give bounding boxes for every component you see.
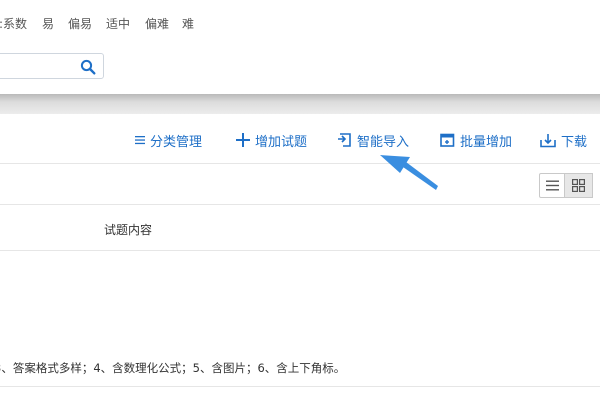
search-input[interactable] — [0, 53, 104, 79]
column-header-content: 试题内容 — [104, 223, 153, 237]
category-manage-label: 分类管理 — [150, 134, 203, 150]
batch-add-label: 批量增加 — [460, 134, 513, 150]
grid-view-button[interactable] — [565, 173, 593, 198]
difficulty-label: 系数: — [0, 17, 27, 31]
category-manage-button[interactable]: 分类管理 — [135, 131, 203, 150]
table-row[interactable]: 3、答案格式多样；4、含数理化公式；5、含图片；6、含上下角标。 — [0, 251, 600, 387]
table-header: 试题内容 — [0, 206, 600, 251]
difficulty-option-fairly-easy[interactable]: 偏易 — [68, 15, 92, 32]
list-view-icon — [545, 180, 559, 191]
question-content-text: 3、答案格式多样；4、含数理化公式；5、含图片；6、含上下角标。 — [0, 361, 346, 375]
plus-icon — [236, 133, 250, 147]
add-question-label: 增加试题 — [255, 134, 308, 150]
question-toolbar: 分类管理 增加试题 智能导入 批量增加 下载 — [0, 114, 600, 164]
import-icon — [338, 132, 351, 147]
smart-import-label: 智能导入 — [357, 134, 410, 150]
section-divider — [0, 94, 600, 114]
download-icon — [540, 133, 556, 147]
grid-view-icon — [572, 179, 585, 192]
difficulty-option-easy[interactable]: 易 — [42, 15, 54, 32]
batch-add-button[interactable]: 批量增加 — [440, 131, 513, 150]
download-label: 下载 — [561, 134, 588, 150]
smart-import-button[interactable]: 智能导入 — [337, 131, 410, 150]
difficulty-option-medium[interactable]: 适中 — [106, 15, 130, 32]
add-question-button[interactable]: 增加试题 — [236, 131, 308, 150]
difficulty-option-hard[interactable]: 难 — [182, 15, 194, 32]
search-icon[interactable] — [80, 59, 96, 75]
list-view-button[interactable] — [539, 173, 565, 198]
batch-window-icon — [440, 133, 455, 147]
difficulty-option-fairly-hard[interactable]: 偏难 — [145, 15, 169, 32]
menu-lines-icon — [135, 136, 145, 145]
filter-panel: 系数: 易 偏易 适中 偏难 难 — [0, 0, 600, 94]
view-toggle-row — [0, 165, 600, 205]
download-button[interactable]: 下载 — [540, 131, 588, 150]
